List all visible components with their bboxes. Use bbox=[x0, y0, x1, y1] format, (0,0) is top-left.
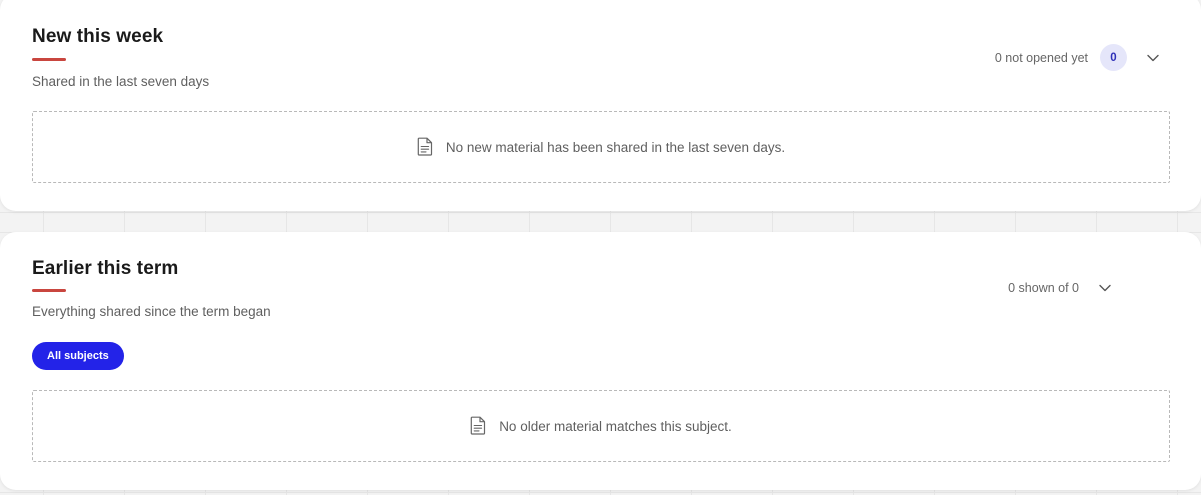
earlier-this-term-card: Earlier this term Everything shared sinc… bbox=[0, 232, 1201, 490]
empty-state: No new material has been shared in the l… bbox=[32, 111, 1170, 183]
section-meta: 0 not opened yet 0 bbox=[995, 44, 1163, 71]
new-this-week-card: New this week Shared in the last seven d… bbox=[0, 0, 1201, 211]
empty-state: No older material matches this subject. bbox=[32, 390, 1170, 462]
document-icon bbox=[470, 416, 488, 436]
chevron-down-icon[interactable] bbox=[1143, 48, 1163, 68]
chevron-down-icon[interactable] bbox=[1095, 278, 1115, 298]
section-title: Earlier this term bbox=[32, 258, 179, 279]
all-subjects-filter-button[interactable]: All subjects bbox=[32, 342, 124, 370]
not-opened-count-text: 0 not opened yet bbox=[994, 50, 1088, 65]
section-subtitle: Shared in the last seven days bbox=[32, 74, 210, 89]
count-badge: 0 bbox=[1100, 44, 1127, 71]
empty-message: No new material has been shared in the l… bbox=[445, 139, 786, 155]
section-title: New this week bbox=[32, 26, 164, 47]
shown-count-text: 0 shown of 0 bbox=[1008, 281, 1079, 295]
section-subtitle: Everything shared since the term began bbox=[32, 304, 271, 319]
empty-message: No older material matches this subject. bbox=[499, 418, 732, 434]
title-accent-bar bbox=[32, 289, 66, 292]
title-accent-bar bbox=[32, 58, 66, 61]
document-icon bbox=[417, 137, 435, 157]
section-meta: 0 shown of 0 bbox=[1008, 278, 1115, 298]
